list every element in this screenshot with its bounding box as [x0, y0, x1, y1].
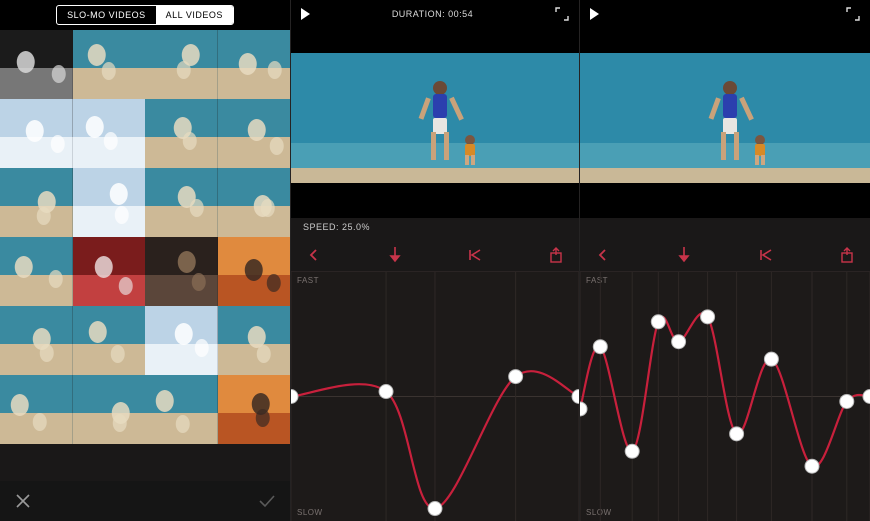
video-thumb[interactable]	[73, 168, 146, 237]
share-icon[interactable]	[547, 246, 565, 264]
editor-pane-1: DURATION: 00:54	[291, 0, 580, 521]
editor-topbar: DURATION: 00:54	[291, 0, 579, 28]
curve-control-point[interactable]	[572, 390, 579, 404]
play-icon[interactable]	[301, 8, 310, 20]
editor-toolbar	[580, 238, 870, 272]
back-icon[interactable]	[594, 246, 612, 264]
video-thumb[interactable]	[73, 99, 146, 168]
video-thumb[interactable]	[218, 306, 291, 375]
video-thumbnail-grid	[0, 30, 290, 444]
editor-toolbar	[291, 238, 579, 272]
curve-control-point[interactable]	[805, 459, 819, 473]
video-thumb[interactable]	[218, 375, 291, 444]
video-thumb[interactable]	[0, 168, 73, 237]
curve-control-point[interactable]	[863, 390, 870, 404]
video-preview[interactable]	[580, 28, 870, 218]
expand-icon[interactable]	[846, 7, 860, 21]
curve-control-point[interactable]	[428, 502, 442, 516]
video-thumb[interactable]	[73, 375, 146, 444]
gallery-bottom-bar	[0, 481, 290, 521]
video-thumb[interactable]	[145, 237, 218, 306]
video-thumb[interactable]	[0, 375, 73, 444]
curve-control-point[interactable]	[291, 390, 298, 404]
video-thumb[interactable]	[145, 168, 218, 237]
tab-all-videos[interactable]: ALL VIDEOS	[156, 6, 233, 24]
curve-control-point[interactable]	[672, 335, 686, 349]
video-thumb[interactable]	[218, 30, 291, 99]
curve-control-point[interactable]	[379, 385, 393, 399]
editor-pane-2: FAST SLOW	[580, 0, 870, 521]
video-thumb[interactable]	[145, 99, 218, 168]
video-thumb[interactable]	[218, 168, 291, 237]
curve-control-point[interactable]	[580, 402, 587, 416]
video-thumb[interactable]	[218, 99, 291, 168]
video-preview[interactable]	[291, 28, 579, 218]
curve-control-point[interactable]	[840, 394, 854, 408]
speed-curve-editor[interactable]: FAST SLOW	[580, 272, 870, 521]
video-filter-segmented: SLO-MO VIDEOS ALL VIDEOS	[56, 5, 234, 25]
video-thumb[interactable]	[0, 30, 73, 99]
speed-label-empty	[580, 218, 870, 238]
curve-control-point[interactable]	[730, 427, 744, 441]
expand-icon[interactable]	[555, 7, 569, 21]
share-icon[interactable]	[838, 246, 856, 264]
video-thumb[interactable]	[0, 99, 73, 168]
gallery-pane: SLO-MO VIDEOS ALL VIDEOS	[0, 0, 291, 521]
to-start-icon[interactable]	[466, 246, 484, 264]
video-thumb[interactable]	[73, 30, 146, 99]
curve-control-point[interactable]	[701, 310, 715, 324]
video-thumb[interactable]	[145, 30, 218, 99]
duration-label: DURATION: 00:54	[310, 9, 555, 19]
video-thumb[interactable]	[145, 375, 218, 444]
video-thumb[interactable]	[0, 306, 73, 375]
playhead-icon[interactable]	[386, 246, 404, 264]
tab-slomo-videos[interactable]: SLO-MO VIDEOS	[57, 6, 156, 24]
curve-control-point[interactable]	[593, 340, 607, 354]
to-start-icon[interactable]	[757, 246, 775, 264]
curve-control-point[interactable]	[625, 444, 639, 458]
curve-control-point[interactable]	[509, 370, 523, 384]
video-thumb[interactable]	[73, 306, 146, 375]
curve-control-point[interactable]	[764, 352, 778, 366]
play-icon[interactable]	[590, 8, 599, 20]
video-thumb[interactable]	[145, 306, 218, 375]
gallery-tabs-bar: SLO-MO VIDEOS ALL VIDEOS	[0, 0, 290, 30]
video-thumb[interactable]	[73, 237, 146, 306]
back-icon[interactable]	[305, 246, 323, 264]
speed-curve-editor[interactable]: FAST SLOW	[291, 272, 579, 521]
speed-label: SPEED: 25.0%	[291, 218, 579, 238]
curve-control-point[interactable]	[651, 315, 665, 329]
close-icon[interactable]	[14, 492, 32, 510]
video-thumb[interactable]	[218, 237, 291, 306]
playhead-icon[interactable]	[675, 246, 693, 264]
editor-topbar	[580, 0, 870, 28]
check-icon[interactable]	[258, 492, 276, 510]
video-thumb[interactable]	[0, 237, 73, 306]
